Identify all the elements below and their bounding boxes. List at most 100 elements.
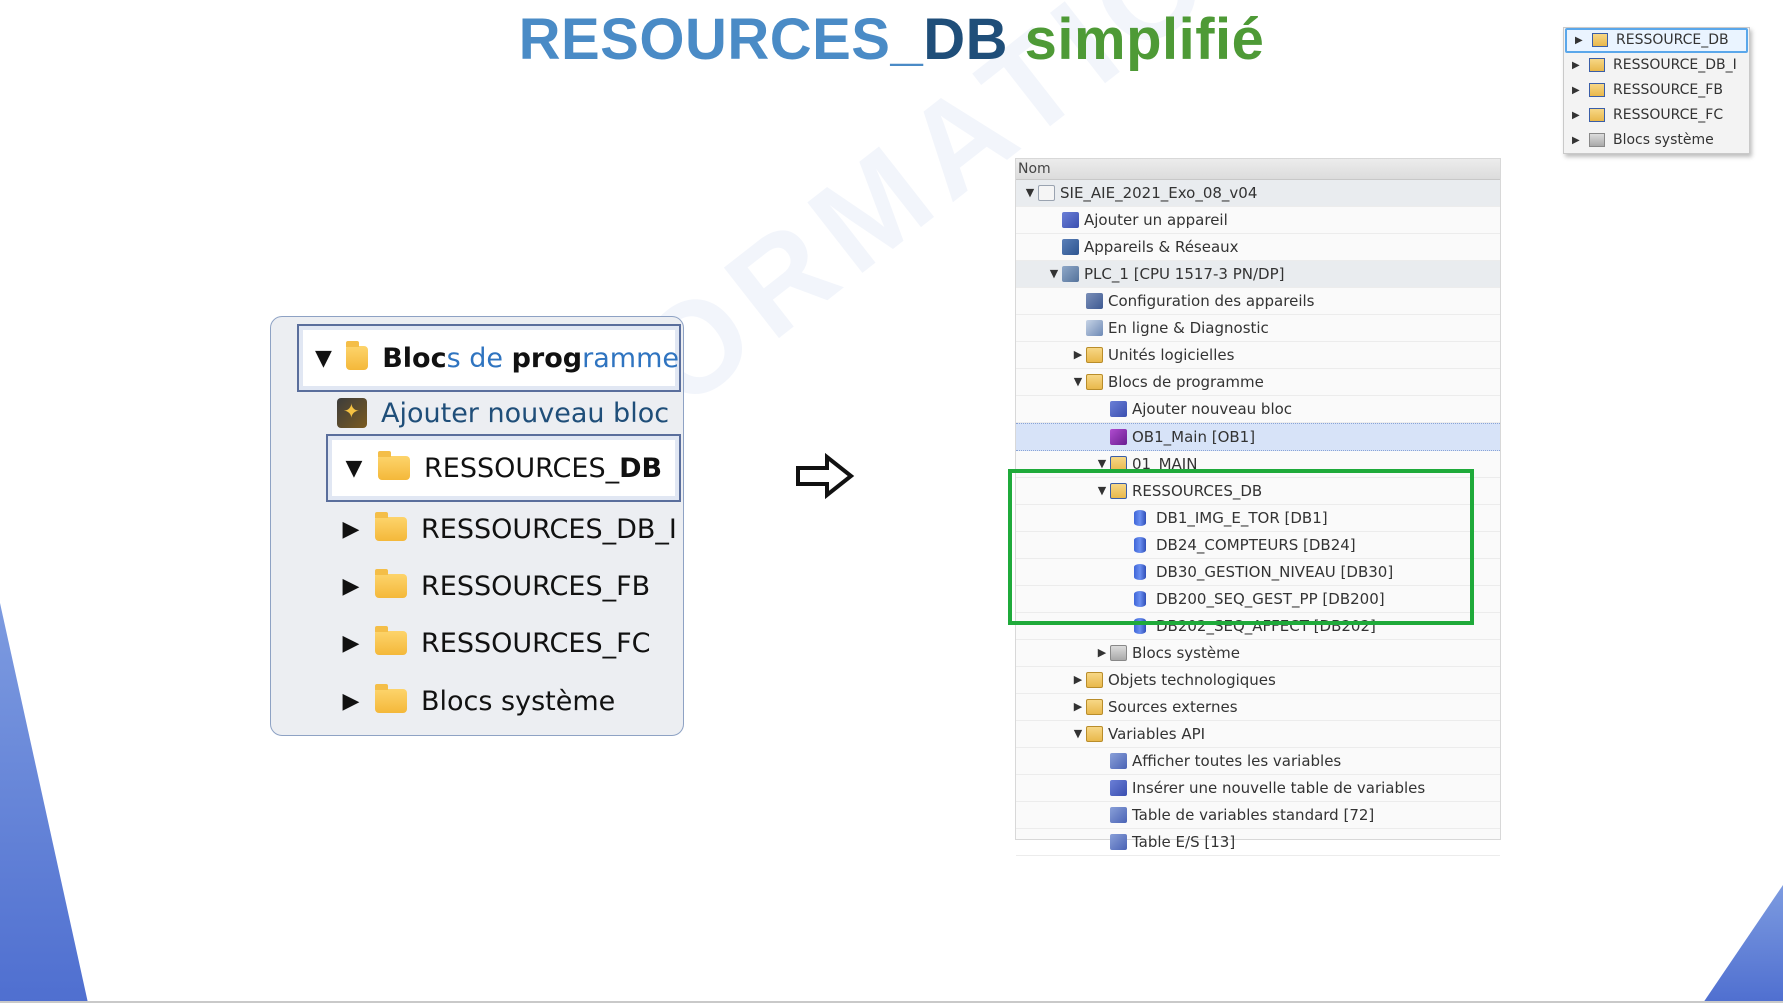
folder-icon: [375, 684, 407, 713]
add-device-icon: [1062, 212, 1079, 228]
expand-right-icon[interactable]: ▶: [341, 574, 361, 599]
folder-icon: [1086, 374, 1103, 390]
tree-item-ressources-fc[interactable]: ▶ RESSOURCES_FC: [341, 614, 681, 672]
expand-right-icon[interactable]: ▶: [1572, 128, 1580, 153]
diagnostic-icon: [1086, 320, 1103, 336]
folder-icon: [375, 512, 407, 541]
system-blocks-icon: [1589, 133, 1605, 147]
mini-tree-label: RESSOURCE_DB: [1616, 32, 1729, 48]
expand-right-icon[interactable]: ▶: [1572, 53, 1580, 78]
variable-table-icon: [1110, 807, 1127, 823]
tree-row-label: En ligne & Diagnostic: [1108, 319, 1269, 337]
doc-icon: [1038, 185, 1055, 201]
expand-right-icon[interactable]: ▶: [1572, 78, 1580, 103]
tree-row[interactable]: OB1_Main [OB1]: [1016, 423, 1500, 451]
tree-row-label: Ajouter un appareil: [1084, 211, 1228, 229]
folder-icon: [1086, 347, 1103, 363]
group-icon: [1589, 58, 1605, 72]
config-icon: [1086, 293, 1103, 309]
system-blocks-icon: [1110, 645, 1127, 661]
expand-down-icon[interactable]: ▼: [1024, 180, 1036, 206]
folder-icon: [378, 451, 410, 480]
add-block-icon: [1110, 401, 1127, 417]
tree-item-label: RESSOURCES_DB_I: [421, 513, 677, 545]
right-arrow-icon: [796, 452, 855, 500]
plc-icon: [1062, 266, 1079, 282]
mini-tree-row[interactable]: ▶ RESSOURCE_DB: [1565, 28, 1748, 53]
group-icon: [1592, 33, 1608, 47]
expand-down-icon[interactable]: ▼: [315, 346, 332, 371]
expand-down-icon[interactable]: ▼: [344, 456, 364, 481]
expand-right-icon[interactable]: ▶: [1072, 667, 1084, 693]
mini-tree-row[interactable]: ▶ RESSOURCE_FC: [1564, 103, 1749, 128]
tree-row[interactable]: Afficher toutes les variables: [1016, 748, 1500, 775]
tree-row-label: SIE_AIE_2021_Exo_08_v04: [1060, 184, 1258, 202]
tree-row-label: Objets technologiques: [1108, 671, 1276, 689]
expand-right-icon[interactable]: ▶: [1072, 342, 1084, 368]
variable-table-icon: [1110, 834, 1127, 850]
simplified-tree-panel: ▼ Blocs de programme Ajouter nouveau blo…: [270, 316, 684, 736]
tree-item-ressources-db[interactable]: ▼ RESSOURCES_DB: [326, 434, 681, 502]
add-block-icon: [337, 398, 367, 428]
folder-icon: [1086, 699, 1103, 715]
tree-row[interactable]: ▼ Variables API: [1016, 721, 1500, 748]
tree-row-label: Ajouter nouveau bloc: [1132, 400, 1293, 418]
tree-row[interactable]: Table de variables standard [72]: [1016, 802, 1500, 829]
variables-icon: [1110, 753, 1127, 769]
tree-row[interactable]: Configuration des appareils: [1016, 288, 1500, 315]
tree-row[interactable]: ▶ Blocs système: [1016, 640, 1500, 667]
group-icon: [1589, 83, 1605, 97]
expand-down-icon[interactable]: ▼: [1048, 261, 1060, 287]
tree-row[interactable]: ▼ PLC_1 [CPU 1517-3 PN/DP]: [1016, 261, 1500, 288]
tree-row[interactable]: Ajouter un appareil: [1016, 207, 1500, 234]
expand-right-icon[interactable]: ▶: [1072, 694, 1084, 720]
tree-item-label: RESSOURCES_DB: [424, 452, 663, 484]
column-header-nom: Nom: [1016, 159, 1500, 180]
tree-row[interactable]: ▼ Blocs de programme: [1016, 369, 1500, 396]
expand-down-icon[interactable]: ▼: [1072, 721, 1084, 747]
tree-row-label: Table E/S [13]: [1132, 833, 1236, 851]
mini-tree-row[interactable]: ▶ RESSOURCE_DB_I: [1564, 53, 1749, 78]
tree-row[interactable]: Ajouter nouveau bloc: [1016, 396, 1500, 423]
expand-right-icon[interactable]: ▶: [1096, 640, 1108, 666]
tree-row[interactable]: ▼ SIE_AIE_2021_Exo_08_v04: [1016, 180, 1500, 207]
expand-right-icon[interactable]: ▶: [341, 631, 361, 656]
folder-icon: [1086, 726, 1103, 742]
tree-item-ressources-fb[interactable]: ▶ RESSOURCES_FB: [341, 557, 681, 615]
expand-right-icon[interactable]: ▶: [341, 517, 361, 542]
tree-row[interactable]: ▶ Sources externes: [1016, 694, 1500, 721]
tree-item-label: Blocs système: [421, 685, 616, 717]
mini-tree-row[interactable]: ▶ Blocs système: [1564, 128, 1749, 153]
tree-row[interactable]: Appareils & Réseaux: [1016, 234, 1500, 261]
tree-row-label: PLC_1 [CPU 1517-3 PN/DP]: [1084, 265, 1285, 283]
tree-item-blocs-de-programme[interactable]: ▼ Blocs de programme: [297, 324, 681, 392]
network-icon: [1062, 239, 1079, 255]
tree-row[interactable]: ▶ Unités logicielles: [1016, 342, 1500, 369]
tree-row-label: Unités logicielles: [1108, 346, 1235, 364]
tree-row[interactable]: Insérer une nouvelle table de variables: [1016, 775, 1500, 802]
expand-right-icon[interactable]: ▶: [341, 689, 361, 714]
group-icon: [1589, 108, 1605, 122]
tree-item-label: Ajouter nouveau bloc: [381, 397, 670, 429]
tree-item-ressources-db-i[interactable]: ▶ RESSOURCES_DB_I: [341, 500, 681, 558]
folder-icon: [1086, 672, 1103, 688]
title-part-db: DB: [923, 7, 1009, 72]
mini-tree-rows: ▶ RESSOURCE_DB ▶ RESSOURCE_DB_I ▶ RESSOURCE_F…: [1564, 28, 1749, 153]
tree-row-label: Table de variables standard [72]: [1132, 806, 1375, 824]
tree-row[interactable]: ▶ Objets technologiques: [1016, 667, 1500, 694]
tree-row-label: Afficher toutes les variables: [1132, 752, 1342, 770]
mini-tree-row[interactable]: ▶ RESSOURCE_FB: [1564, 78, 1749, 103]
tree-row[interactable]: Table E/S [13]: [1016, 829, 1500, 856]
tree-row-label: OB1_Main [OB1]: [1132, 428, 1256, 446]
add-table-icon: [1110, 780, 1127, 796]
mini-tree-label: Blocs système: [1613, 132, 1714, 148]
folder-icon: [375, 626, 407, 655]
expand-right-icon[interactable]: ▶: [1572, 103, 1580, 128]
tree-item-blocs-systeme[interactable]: ▶ Blocs système: [341, 672, 681, 730]
mini-tree-label: RESSOURCE_DB_I: [1613, 57, 1737, 73]
expand-right-icon[interactable]: ▶: [1575, 30, 1583, 51]
highlight-box: [1008, 469, 1474, 625]
tree-row[interactable]: En ligne & Diagnostic: [1016, 315, 1500, 342]
tree-row-label: Variables API: [1108, 725, 1206, 743]
expand-down-icon[interactable]: ▼: [1072, 369, 1084, 395]
